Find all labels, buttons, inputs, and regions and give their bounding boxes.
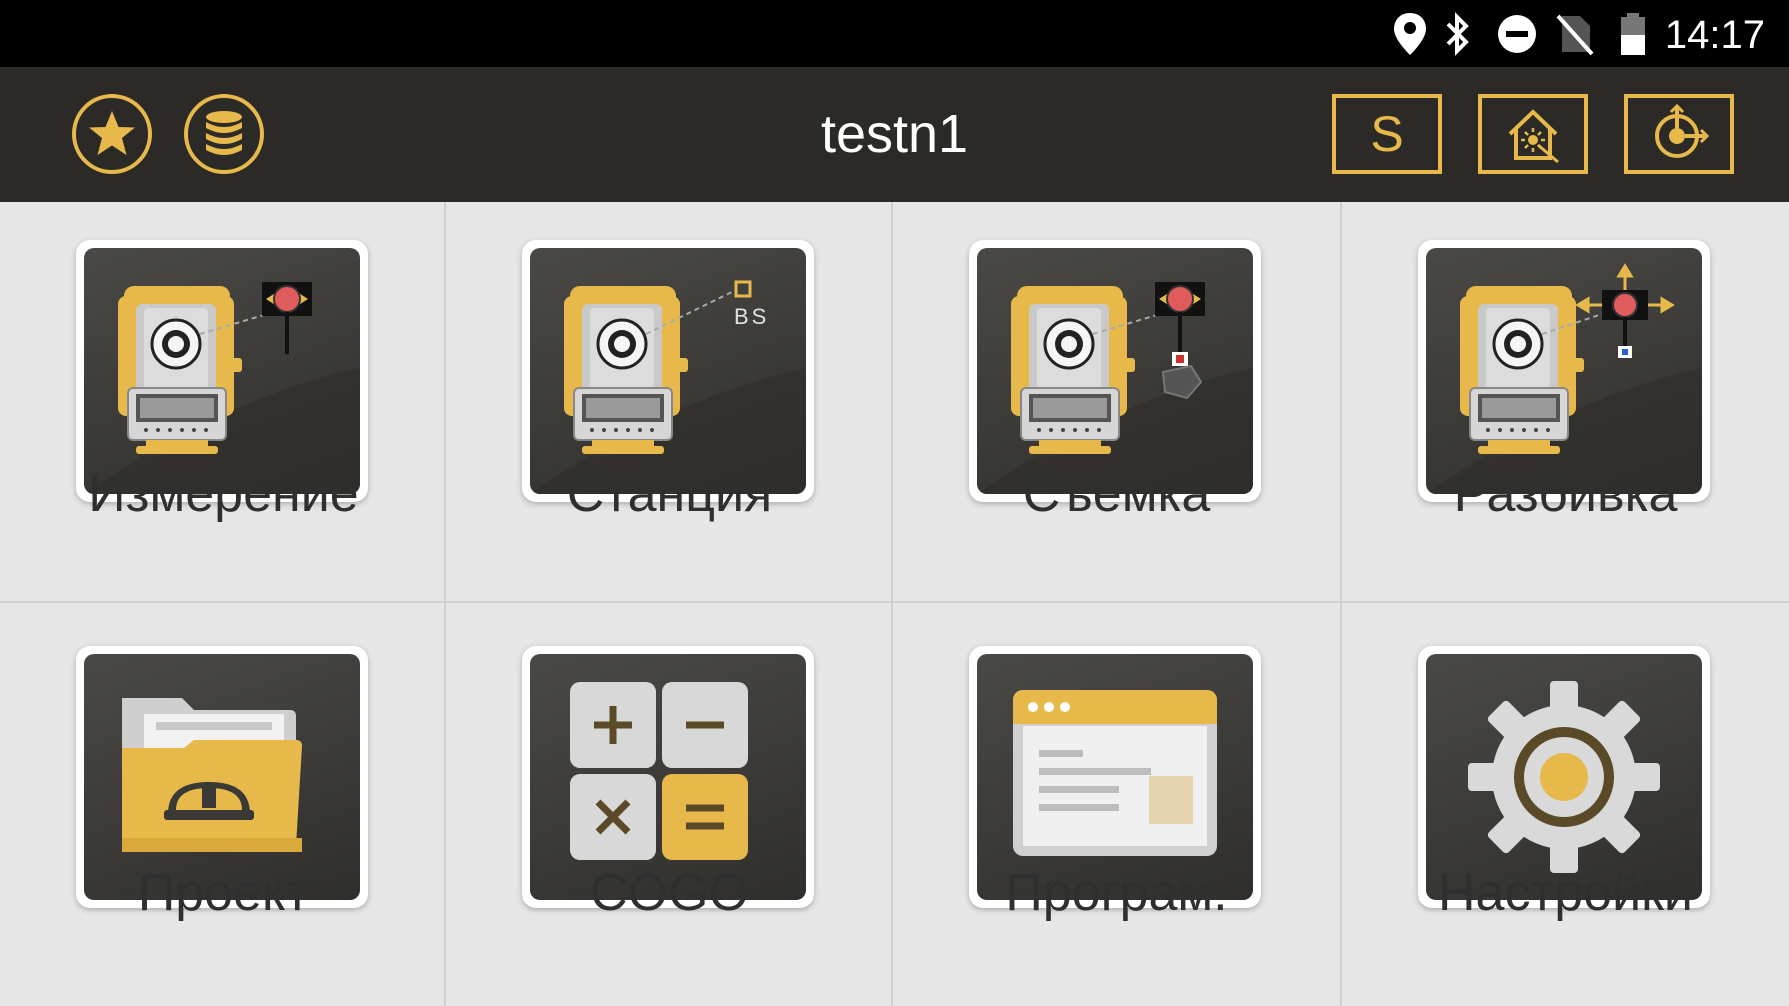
app-screen: 14:17 testn1 S Измерение BS Станция Съем… xyxy=(0,0,1789,1006)
location-pin-icon xyxy=(1390,0,1430,67)
menu-item-label: COGO xyxy=(590,864,749,922)
no-sim-icon xyxy=(1556,0,1594,67)
house-laser-button[interactable] xyxy=(1478,94,1588,174)
bs-label: BS xyxy=(734,304,769,329)
target-button[interactable] xyxy=(1624,94,1734,174)
menu-item-stakeout[interactable]: Разбивка xyxy=(1342,202,1789,604)
menu-item-programs[interactable]: Програм. xyxy=(893,603,1340,1005)
station-icon: BS xyxy=(530,280,806,494)
bluetooth-icon xyxy=(1440,0,1476,67)
menu-item-project[interactable]: Проект xyxy=(0,603,447,1005)
menu-item-label: Настройки xyxy=(1438,864,1693,922)
battery-icon xyxy=(1618,0,1648,67)
measure-icon xyxy=(84,282,360,494)
house-laser-icon xyxy=(1508,109,1559,164)
menu-item-settings[interactable]: Настройки xyxy=(1342,603,1789,1005)
stakeout-icon xyxy=(1426,263,1702,494)
app-bar: testn1 S xyxy=(0,67,1789,202)
survey-tile xyxy=(969,240,1261,502)
stakeout-tile xyxy=(1418,240,1710,502)
menu-item-measure[interactable]: Измерение xyxy=(0,202,447,604)
menu-item-station[interactable]: BS Станция xyxy=(446,202,893,604)
menu-item-label: Проект xyxy=(137,864,310,922)
menu-item-label: Измерение xyxy=(88,465,359,523)
measure-tile xyxy=(76,240,368,502)
station-tile: BS xyxy=(522,240,814,502)
target-crosshair-icon xyxy=(1655,103,1710,158)
clock: 14:17 xyxy=(1664,13,1765,57)
s-button-label: S xyxy=(1370,106,1404,162)
survey-icon xyxy=(977,282,1253,494)
s-button[interactable]: S xyxy=(1332,94,1442,174)
menu-item-survey[interactable]: Съемка xyxy=(893,202,1340,604)
status-bar: 14:17 xyxy=(0,0,1789,67)
menu-item-label: Съемка xyxy=(1022,465,1211,523)
menu-item-label: Програм. xyxy=(1005,864,1228,922)
menu-item-cogo[interactable]: COGO xyxy=(446,603,893,1005)
do-not-disturb-icon xyxy=(1496,0,1538,67)
menu-item-label: Станция xyxy=(566,465,773,523)
menu-item-label: Разбивка xyxy=(1453,465,1678,523)
